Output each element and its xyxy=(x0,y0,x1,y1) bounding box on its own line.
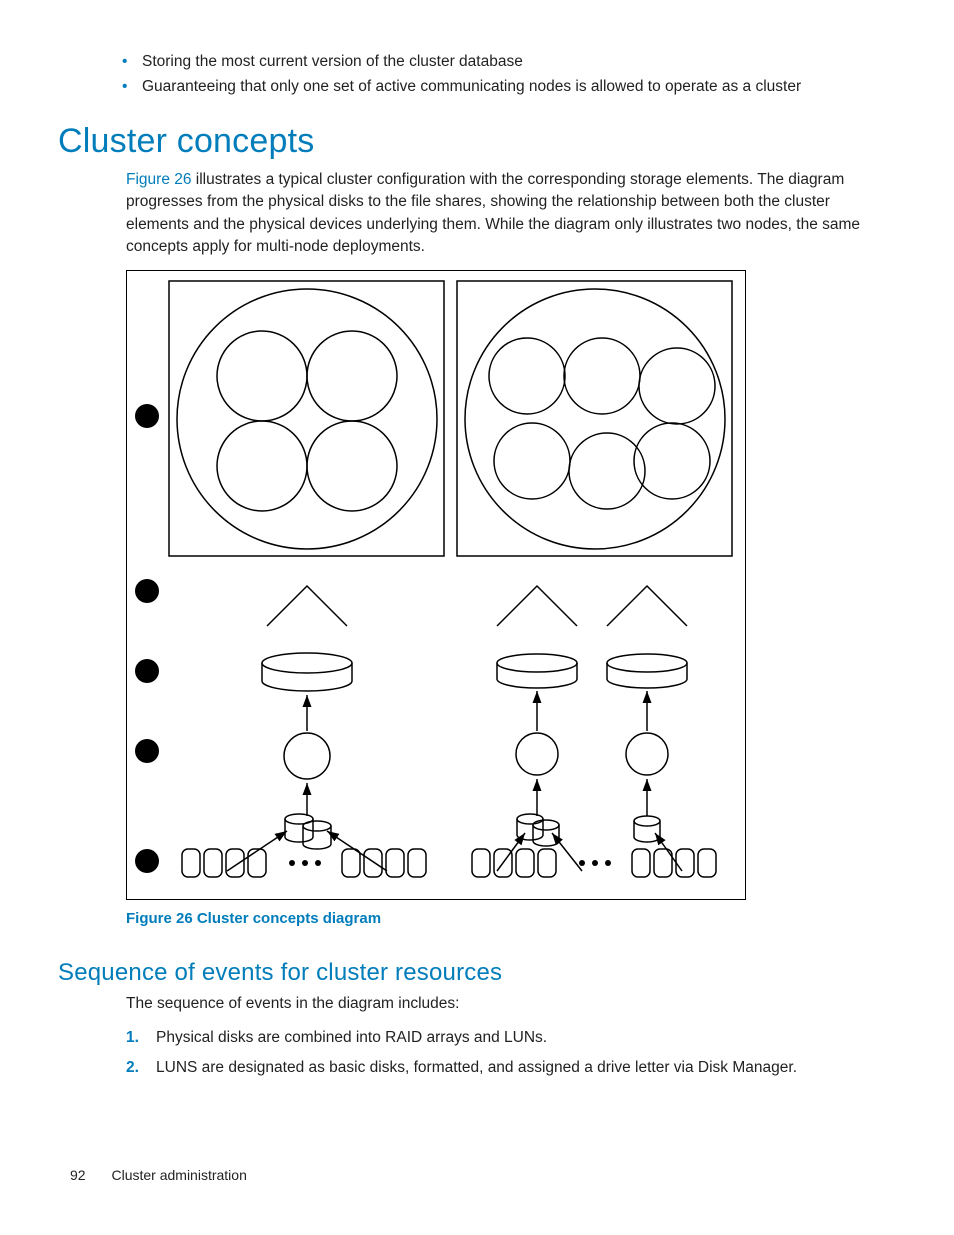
list-item-text: Physical disks are combined into RAID ar… xyxy=(156,1029,547,1046)
paragraph-text: illustrates a typical cluster configurat… xyxy=(126,171,860,255)
section-heading: Cluster concepts xyxy=(58,122,896,161)
figure-26-diagram xyxy=(126,270,746,900)
subsection-heading: Sequence of events for cluster resources xyxy=(58,959,896,987)
page: Storing the most current version of the … xyxy=(0,0,954,1235)
section-paragraph: Figure 26 illustrates a typical cluster … xyxy=(126,169,896,259)
list-item-text: LUNS are designated as basic disks, form… xyxy=(156,1059,797,1076)
page-footer: 92 Cluster administration xyxy=(70,1167,247,1183)
figure-reference-link[interactable]: Figure 26 xyxy=(126,171,191,188)
list-item: Storing the most current version of the … xyxy=(126,50,896,75)
figure-caption: Figure 26 Cluster concepts diagram xyxy=(126,910,896,927)
sequence-intro: The sequence of events in the diagram in… xyxy=(126,995,896,1013)
list-item-text: Storing the most current version of the … xyxy=(142,53,523,70)
list-item: Physical disks are combined into RAID ar… xyxy=(126,1023,896,1052)
list-item: LUNS are designated as basic disks, form… xyxy=(126,1053,896,1082)
list-item-text: Guaranteeing that only one set of active… xyxy=(142,78,801,95)
cluster-diagram-svg xyxy=(127,271,747,901)
list-item: Guaranteeing that only one set of active… xyxy=(126,75,896,100)
intro-bullet-list: Storing the most current version of the … xyxy=(126,50,896,100)
sequence-list: Physical disks are combined into RAID ar… xyxy=(126,1023,896,1082)
page-number: 92 xyxy=(70,1167,86,1183)
chapter-title: Cluster administration xyxy=(111,1167,246,1183)
